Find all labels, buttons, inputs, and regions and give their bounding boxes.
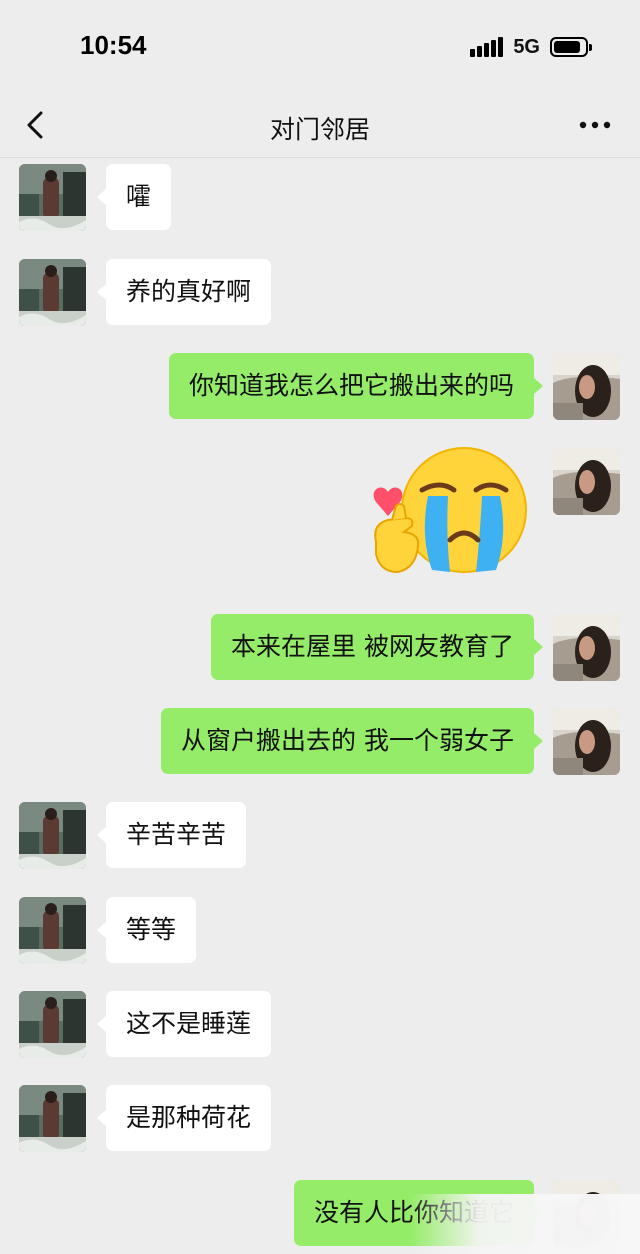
message-bubble[interactable]: 养的真好啊 bbox=[96, 259, 272, 325]
message-incoming: 这不是睡莲 bbox=[0, 991, 640, 1061]
message-incoming: 嚯 bbox=[0, 164, 640, 234]
battery-level bbox=[554, 41, 580, 53]
contact-avatar[interactable] bbox=[19, 1085, 86, 1152]
my-avatar[interactable] bbox=[553, 353, 620, 420]
contact-avatar[interactable] bbox=[19, 259, 86, 326]
message-bubble[interactable]: 是那种荷花 bbox=[96, 1085, 272, 1151]
message-incoming: 等等 bbox=[0, 897, 640, 967]
message-outgoing: 从窗户搬出去的 我一个弱女子 bbox=[0, 708, 640, 778]
status-time: 10:54 bbox=[80, 30, 147, 60]
contact-avatar[interactable] bbox=[19, 897, 86, 964]
chat-message-list[interactable]: 嚯 养的真好啊 你知道我怎么把它搬出来的吗 本来在屋里 被网友教育了 从窗户搬出… bbox=[0, 158, 640, 1254]
message-outgoing-sticker bbox=[0, 446, 640, 598]
contact-avatar[interactable] bbox=[19, 164, 86, 231]
status-bar: 10:54 5G bbox=[0, 0, 640, 96]
watermark-overlay bbox=[410, 1194, 640, 1254]
my-avatar[interactable] bbox=[553, 448, 620, 515]
my-avatar[interactable] bbox=[553, 708, 620, 775]
more-horizontal-icon[interactable] bbox=[578, 110, 612, 140]
chat-title: 对门邻居 bbox=[269, 115, 370, 144]
message-bubble[interactable]: 嚯 bbox=[96, 164, 172, 230]
network-type: 5G bbox=[513, 35, 540, 58]
my-avatar[interactable] bbox=[553, 614, 620, 681]
message-bubble[interactable]: 这不是睡莲 bbox=[96, 991, 272, 1057]
message-bubble[interactable]: 辛苦辛苦 bbox=[96, 802, 247, 868]
contact-avatar[interactable] bbox=[19, 802, 86, 869]
message-bubble[interactable]: 本来在屋里 被网友教育了 bbox=[211, 614, 543, 680]
crying-face-finger-heart-sticker[interactable] bbox=[362, 446, 532, 586]
signal-icon bbox=[470, 37, 504, 57]
message-incoming: 辛苦辛苦 bbox=[0, 802, 640, 872]
message-bubble[interactable]: 等等 bbox=[96, 897, 197, 963]
message-outgoing: 你知道我怎么把它搬出来的吗 bbox=[0, 353, 640, 423]
navigation-bar: 对门邻居 bbox=[0, 96, 640, 158]
contact-avatar[interactable] bbox=[19, 991, 86, 1058]
message-bubble[interactable]: 你知道我怎么把它搬出来的吗 bbox=[168, 353, 544, 419]
message-incoming: 养的真好啊 bbox=[0, 259, 640, 329]
message-outgoing: 本来在屋里 被网友教育了 bbox=[0, 614, 640, 684]
status-indicators: 5G bbox=[470, 35, 592, 58]
battery-icon bbox=[550, 37, 592, 57]
message-bubble[interactable]: 从窗户搬出去的 我一个弱女子 bbox=[161, 708, 543, 774]
message-incoming: 是那种荷花 bbox=[0, 1085, 640, 1155]
